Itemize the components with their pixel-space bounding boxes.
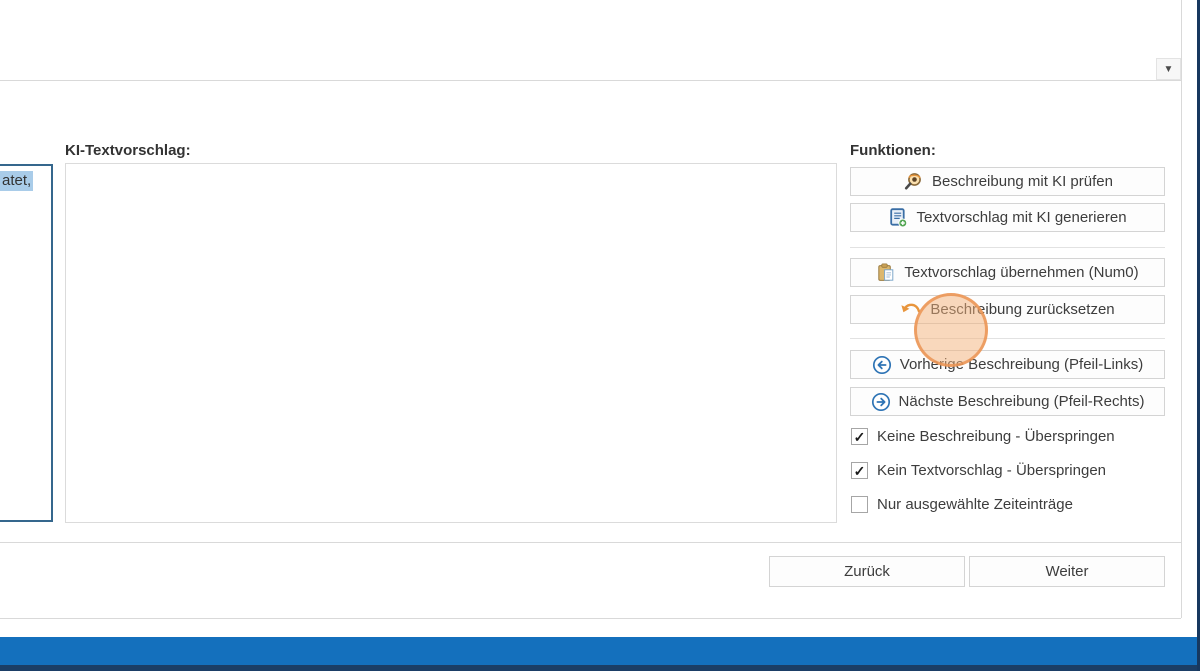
functions-label: Funktionen: (850, 142, 936, 159)
bottom-edge-bar (0, 665, 1200, 671)
clipboard-paste-icon (876, 263, 896, 283)
checkbox-label: Kein Textvorschlag - Überspringen (877, 462, 1106, 479)
chevron-down-icon: ▼ (1164, 64, 1174, 75)
magnifier-eye-icon (902, 172, 924, 191)
suggestion-label: KI-Textvorschlag: (65, 142, 191, 159)
checkbox-checked-icon[interactable]: ✓ (851, 428, 868, 445)
checkbox-checked-icon[interactable]: ✓ (851, 462, 868, 479)
taskbar (0, 637, 1200, 665)
button-label: Textvorschlag mit KI generieren (916, 209, 1126, 226)
reset-description-button[interactable]: Beschreibung zurücksetzen (850, 295, 1165, 324)
footer-top-divider (0, 542, 1181, 543)
button-label: Textvorschlag übernehmen (Num0) (904, 264, 1138, 281)
checkbox-unchecked-icon[interactable] (851, 496, 868, 513)
description-source-textbox[interactable]: atet, (0, 164, 53, 522)
dropdown-button[interactable]: ▼ (1156, 58, 1181, 80)
check-description-ki-button[interactable]: Beschreibung mit KI prüfen (850, 167, 1165, 196)
next-description-button[interactable]: Nächste Beschreibung (Pfeil-Rechts) (850, 387, 1165, 416)
generate-suggestion-ki-button[interactable]: Textvorschlag mit KI generieren (850, 203, 1165, 232)
back-button[interactable]: Zurück (769, 556, 965, 587)
button-label: Nächste Beschreibung (Pfeil-Rechts) (899, 393, 1145, 410)
checkbox-label: Nur ausgewählte Zeiteinträge (877, 496, 1073, 513)
checkbox-no-suggestion-skip[interactable]: ✓ Kein Textvorschlag - Überspringen (851, 462, 1106, 479)
button-label: Weiter (1045, 563, 1088, 580)
next-button[interactable]: Weiter (969, 556, 1165, 587)
document-add-icon (888, 208, 908, 228)
circle-arrow-left-icon (872, 355, 892, 375)
click-indicator-circle (914, 293, 988, 367)
top-divider (0, 80, 1181, 81)
suggestion-textarea[interactable] (65, 163, 837, 523)
functions-separator (850, 338, 1165, 339)
previous-description-button[interactable]: Vorherige Beschreibung (Pfeil-Links) (850, 350, 1165, 379)
selected-text: atet, (0, 171, 33, 191)
button-label: Beschreibung mit KI prüfen (932, 173, 1113, 190)
checkbox-label: Keine Beschreibung - Überspringen (877, 428, 1115, 445)
app-window: ▼ atet, KI-Textvorschlag: Funktionen: Be… (0, 0, 1200, 671)
content-right-border (1181, 0, 1182, 618)
button-label: Zurück (844, 563, 890, 580)
footer-bottom-divider (0, 618, 1181, 619)
functions-separator (850, 247, 1165, 248)
apply-suggestion-button[interactable]: Textvorschlag übernehmen (Num0) (850, 258, 1165, 287)
circle-arrow-right-icon (871, 392, 891, 412)
checkbox-no-description-skip[interactable]: ✓ Keine Beschreibung - Überspringen (851, 428, 1115, 445)
checkbox-only-selected-entries[interactable]: Nur ausgewählte Zeiteinträge (851, 496, 1073, 513)
